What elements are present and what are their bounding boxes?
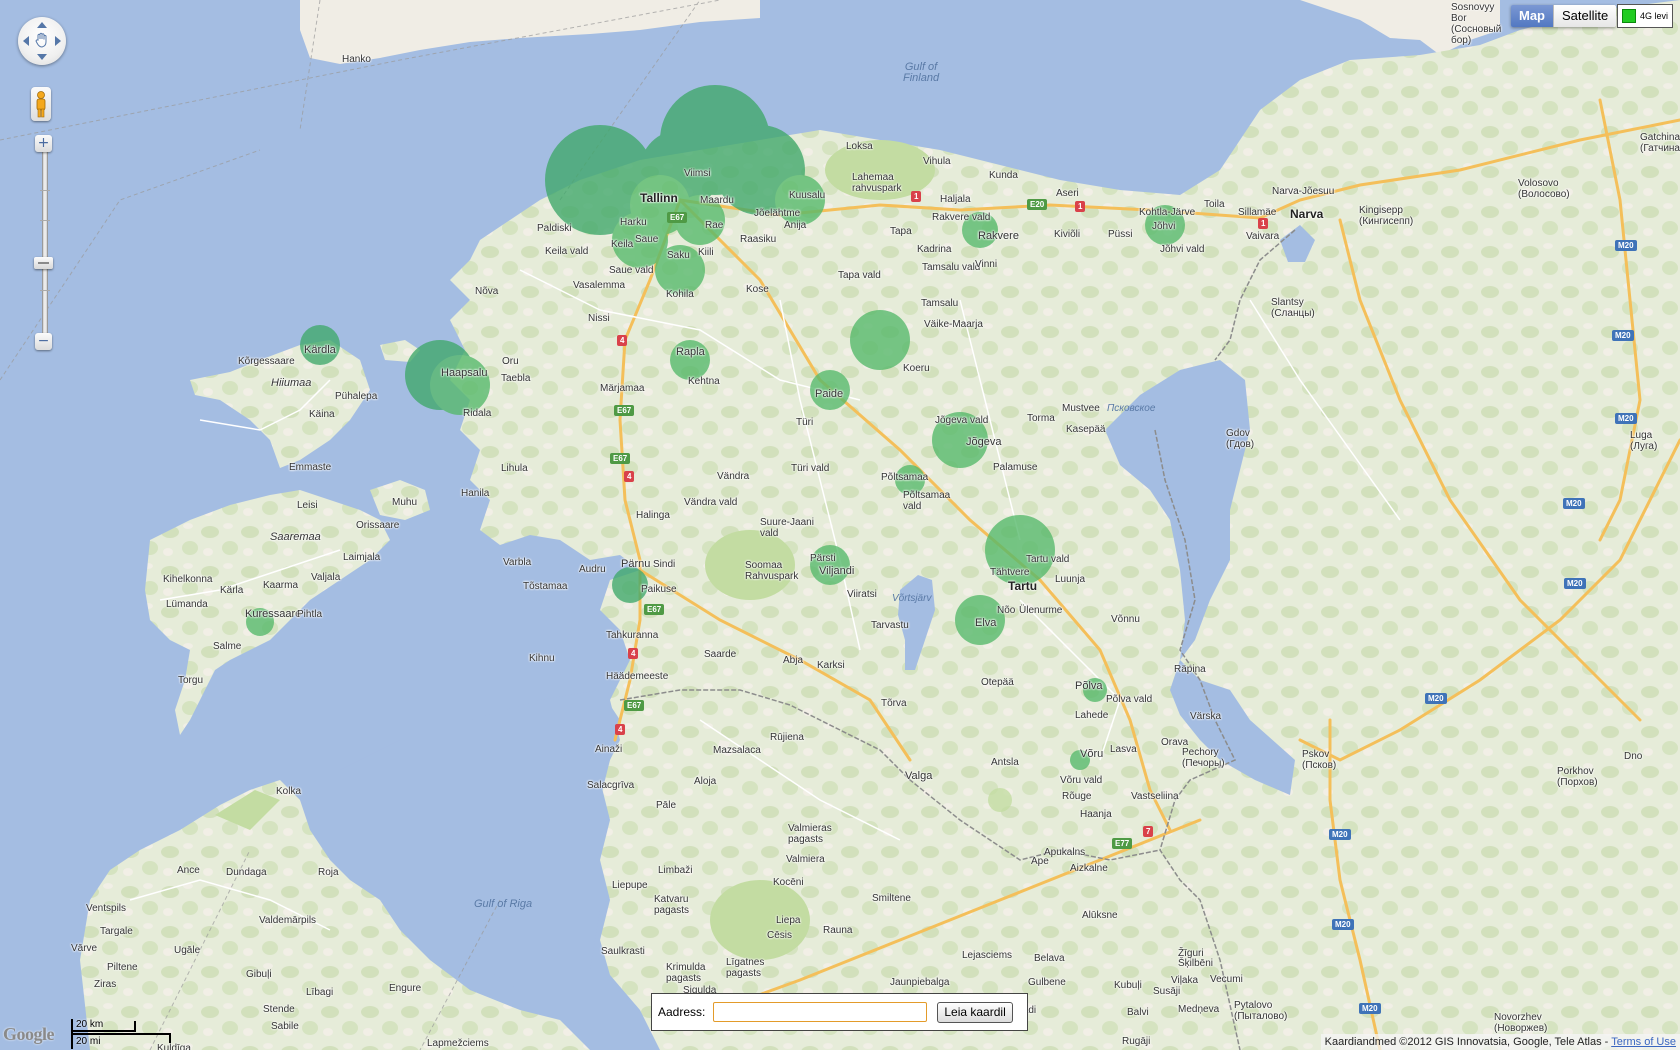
map-attribution: Kaardiandmed ©2012 GIS Innovatsia, Googl…: [1320, 1034, 1680, 1050]
zoom-tick: [40, 190, 50, 191]
map-type-map-button[interactable]: Map: [1511, 5, 1553, 27]
road-shield: M20: [1563, 498, 1585, 509]
road-shield: 4: [624, 471, 635, 482]
google-logo[interactable]: Google: [3, 1024, 55, 1045]
hand-icon: [35, 32, 47, 48]
road-shield: E20: [1027, 199, 1048, 210]
road-shield: 1: [911, 191, 922, 202]
scale-mi-label: 20 mi: [76, 1036, 101, 1047]
map-type-satellite-button[interactable]: Satellite: [1553, 5, 1617, 27]
scale-km-label: 20 km: [76, 1019, 104, 1030]
road-shield: E67: [667, 212, 688, 223]
address-search-box: Aadress: Leia kaardil: [651, 993, 1028, 1031]
map-tiles: [0, 0, 1680, 1050]
zoom-tick: [40, 290, 50, 291]
road-shield: M20: [1329, 829, 1351, 840]
road-shield: E67: [644, 604, 665, 615]
pan-up-arrow-icon[interactable]: [37, 22, 47, 28]
road-shield: M20: [1332, 919, 1354, 930]
attribution-text: Kaardiandmed ©2012 GIS Innovatsia, Googl…: [1324, 1036, 1612, 1048]
road-shield: E67: [614, 405, 635, 416]
road-shield: E67: [624, 700, 645, 711]
legend-swatch: [1622, 9, 1636, 23]
road-shield: 4: [615, 724, 626, 735]
road-shield: M20: [1615, 413, 1637, 424]
zoom-in-button[interactable]: +: [35, 135, 52, 152]
map-canvas[interactable]: Gulf of Finland Gulf of Riga Псковское V…: [0, 0, 1680, 1050]
road-shield: 4: [628, 648, 639, 659]
road-shield: E67: [610, 453, 631, 464]
park-soomaa: [705, 530, 795, 600]
pegman-icon: [36, 91, 46, 118]
zoom-tick: [40, 220, 50, 221]
coverage-legend: 4G levi: [1617, 4, 1673, 28]
map-type-control: Map Satellite: [1511, 5, 1617, 27]
address-label: Aadress:: [658, 1005, 706, 1019]
pegman-street-view[interactable]: [31, 87, 51, 121]
road-shield: 7: [1143, 826, 1154, 837]
pan-left-arrow-icon[interactable]: [23, 36, 29, 46]
road-shield: E77: [1112, 838, 1133, 849]
legend-label: 4G levi: [1640, 11, 1669, 21]
scale-line: [71, 1030, 136, 1032]
pan-right-arrow-icon[interactable]: [55, 36, 61, 46]
pan-down-arrow-icon[interactable]: [37, 54, 47, 60]
scale-line: [71, 1033, 171, 1035]
road-shield: 1: [1075, 201, 1086, 212]
pan-control[interactable]: [18, 17, 66, 65]
address-input[interactable]: [713, 1002, 928, 1022]
road-shield: 1: [1258, 218, 1269, 229]
road-shield: M20: [1564, 578, 1586, 589]
find-on-map-button[interactable]: Leia kaardil: [937, 1001, 1013, 1023]
road-shield: 4: [617, 335, 628, 346]
scale-line: [134, 1021, 136, 1031]
zoom-slider-track[interactable]: [42, 150, 48, 340]
road-shield: M20: [1612, 330, 1634, 341]
road-shield: M20: [1359, 1003, 1381, 1014]
scale-line: [169, 1033, 171, 1043]
zoom-slider-handle[interactable]: [34, 257, 53, 269]
zoom-out-button[interactable]: −: [35, 333, 52, 350]
terms-of-use-link[interactable]: Terms of Use: [1611, 1036, 1676, 1048]
road-shield: M20: [1615, 240, 1637, 251]
road-shield: M20: [1425, 693, 1447, 704]
